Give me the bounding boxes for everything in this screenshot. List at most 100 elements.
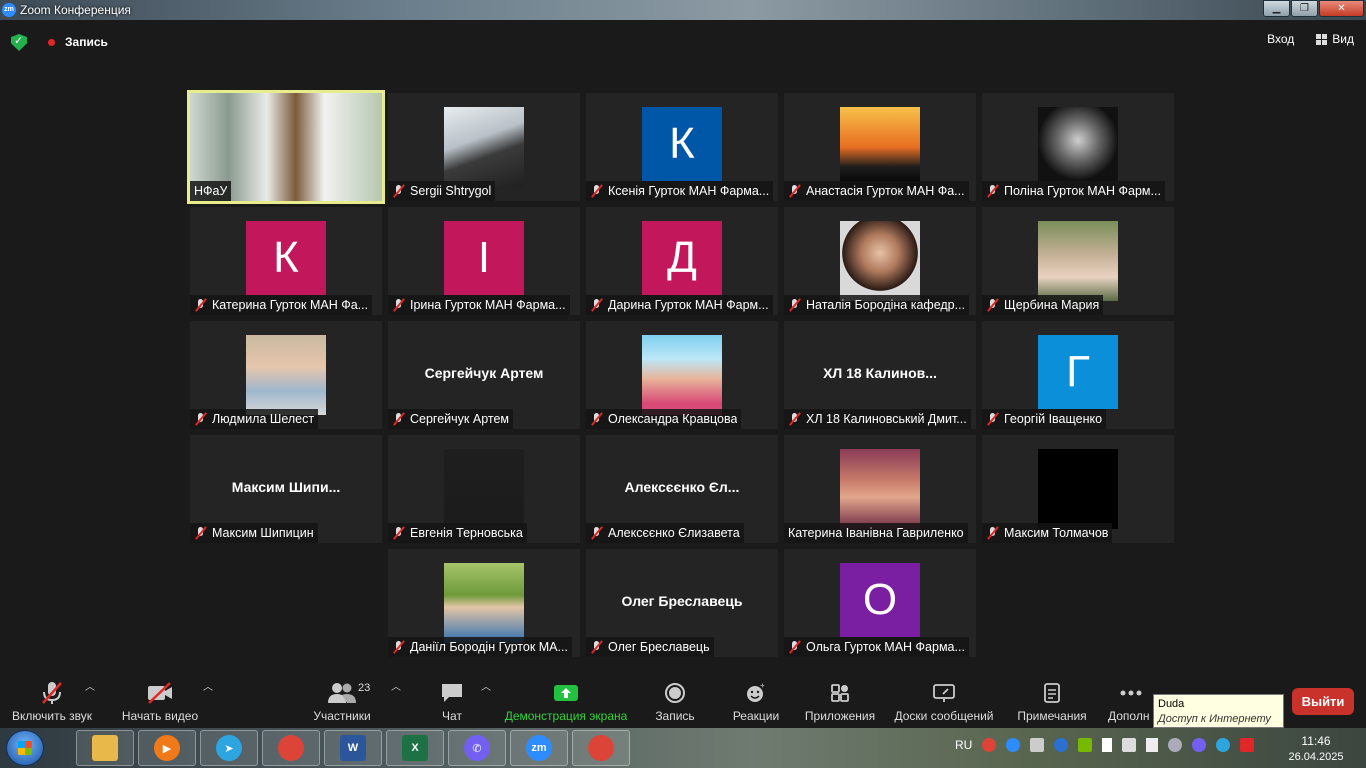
minimize-button[interactable]: ▁	[1263, 0, 1290, 17]
start-button[interactable]	[6, 730, 44, 766]
participant-initial-avatar: О	[840, 563, 920, 637]
participant-tile[interactable]: ХЛ 18 Калинов... ХЛ 18 Калиновський Дмит.…	[784, 321, 976, 429]
zoom-icon: zm	[526, 735, 552, 761]
taskbar-app-telegram[interactable]: ➤	[200, 730, 258, 766]
participant-name: Катерина Іванівна Гавриленко	[788, 526, 964, 540]
taskbar-app-chrome-h[interactable]	[572, 730, 630, 766]
participant-tile[interactable]: Д Дарина Гурток МАН Фарм...	[586, 207, 778, 315]
whiteboards-button[interactable]: Доски сообщений	[890, 680, 998, 723]
security-shield-icon[interactable]	[11, 34, 27, 51]
participant-tile[interactable]: Наталія Бородіна кафедр...	[784, 207, 976, 315]
viber-tray-icon[interactable]	[1192, 738, 1207, 752]
notes-button[interactable]: Примечания	[1014, 680, 1090, 723]
muted-mic-icon	[986, 298, 1000, 312]
participant-tile[interactable]: Людмила Шелест	[190, 321, 382, 429]
taskbar-app-media[interactable]: ▶	[138, 730, 196, 766]
participant-initial-avatar: І	[444, 221, 524, 295]
participant-photo	[444, 107, 524, 187]
apps-button[interactable]: Приложения	[802, 680, 878, 723]
taskbar-clock[interactable]: 11:46 26.04.2025	[1286, 733, 1346, 765]
nvidia-icon[interactable]	[1078, 738, 1093, 752]
participant-name-bar: Сергейчук Артем	[388, 409, 513, 429]
participant-photo	[840, 107, 920, 187]
exit-fullscreen-button[interactable]: Вход	[1267, 32, 1294, 46]
participant-tile[interactable]: Анастасія Гурток МАН Фа...	[784, 93, 976, 201]
muted-mic-icon	[590, 412, 604, 426]
participant-name-bar: Олег Бреславець	[586, 637, 714, 657]
maximize-button[interactable]: ❐	[1291, 0, 1318, 17]
video-options-chevron-icon[interactable]: ︿	[203, 678, 213, 693]
participant-photo	[444, 449, 524, 529]
clipboard-tray-icon[interactable]	[1030, 738, 1045, 752]
participant-name: Sergii Shtrygol	[410, 184, 492, 198]
participant-tile[interactable]: Г Георгій Іващенко	[982, 321, 1174, 429]
muted-mic-icon	[392, 184, 406, 198]
muted-mic-icon	[194, 412, 208, 426]
participant-tile[interactable]: Сергейчук Артем Сергейчук Артем	[388, 321, 580, 429]
telegram-tray-icon[interactable]	[1216, 738, 1231, 752]
chat-button[interactable]: Чат	[432, 680, 472, 723]
participant-tile[interactable]: О Ольга Гурток МАН Фарма...	[784, 549, 976, 657]
participant-tile[interactable]: Поліна Гурток МАН Фарм...	[982, 93, 1174, 201]
view-button[interactable]: Вид	[1316, 32, 1354, 46]
more-button[interactable]: Дополн	[1108, 680, 1154, 723]
record-button[interactable]: Запись	[650, 680, 700, 723]
network-signal-icon[interactable]	[1146, 738, 1159, 752]
taskbar-app-viber[interactable]: ✆	[448, 730, 506, 766]
participant-tile[interactable]: Щербина Мария	[982, 207, 1174, 315]
participant-name-bar: Катерина Гурток МАН Фа...	[190, 295, 373, 315]
taskbar-app-zoom[interactable]: zm	[510, 730, 568, 766]
speaker-muted-icon[interactable]	[1240, 738, 1255, 752]
reactions-button[interactable]: + Реакции	[728, 680, 784, 723]
share-screen-button[interactable]: Демонстрация экрана	[502, 680, 630, 723]
window-title: Zoom Конференция	[20, 3, 131, 17]
muted-mic-icon	[194, 298, 208, 312]
participant-tile[interactable]: Евгенія Терновська	[388, 435, 580, 543]
muted-mic-icon	[392, 640, 406, 654]
start-video-button[interactable]: Начать видео	[118, 680, 202, 723]
chrome-tray-icon[interactable]	[982, 738, 997, 752]
participant-tile[interactable]: К Ксенія Гурток МАН Фарма...	[586, 93, 778, 201]
zoom-tray-icon[interactable]	[1006, 738, 1021, 752]
close-button[interactable]: ✕	[1319, 0, 1364, 17]
action-center-flag-icon[interactable]	[1102, 738, 1113, 752]
participant-tile[interactable]: І Ірина Гурток МАН Фарма...	[388, 207, 580, 315]
participant-tile[interactable]: Олександра Кравцова	[586, 321, 778, 429]
muted-mic-icon	[986, 526, 1000, 540]
participant-tile[interactable]: Максим Толмачов	[982, 435, 1174, 543]
participant-tile[interactable]: Максим Шипи... Максим Шипицин	[190, 435, 382, 543]
meeting-top-bar: Запись Вход Вид	[0, 20, 1366, 64]
participants-button[interactable]: 23 Участники	[308, 680, 376, 723]
audio-options-chevron-icon[interactable]: ︿	[85, 678, 95, 693]
svg-text:+: +	[760, 682, 765, 690]
chat-chevron-icon[interactable]: ︿	[481, 678, 491, 693]
participant-tile[interactable]: К Катерина Гурток МАН Фа...	[190, 207, 382, 315]
apps-label: Приложения	[804, 709, 876, 723]
taskbar-app-excel[interactable]: X	[386, 730, 444, 766]
app-tray-icon[interactable]	[1168, 738, 1183, 752]
participant-tile[interactable]: Алексєєнко Єл... Алексєєнко Єлизавета	[586, 435, 778, 543]
language-indicator[interactable]: RU	[955, 738, 972, 752]
unmute-button[interactable]: Включить звук	[8, 680, 96, 723]
chrome-icon	[278, 735, 304, 761]
volume-icon[interactable]	[1122, 738, 1137, 752]
leave-meeting-button[interactable]: Выйти	[1292, 688, 1354, 715]
grid-view-icon	[1316, 34, 1328, 46]
recording-indicator[interactable]: Запись	[40, 32, 108, 52]
muted-mic-icon	[986, 412, 1000, 426]
participant-tile[interactable]: Sergii Shtrygol	[388, 93, 580, 201]
participant-initial-avatar: К	[246, 221, 326, 295]
more-label: Дополн	[1108, 709, 1150, 723]
tooltip-title: Duda	[1158, 698, 1185, 710]
participant-name-bar: Олександра Кравцова	[586, 409, 742, 429]
participant-tile[interactable]: Даніїл Бородін Гурток МА...	[388, 549, 580, 657]
participant-tile[interactable]: НФаУ	[187, 90, 385, 204]
participant-tile[interactable]: Катерина Іванівна Гавриленко	[784, 435, 976, 543]
taskbar-app-chrome[interactable]	[262, 730, 320, 766]
taskbar-app-explorer[interactable]	[76, 730, 134, 766]
participants-chevron-icon[interactable]: ︿	[391, 678, 401, 693]
muted-mic-icon	[590, 526, 604, 540]
taskbar-app-word[interactable]: W	[324, 730, 382, 766]
participant-tile[interactable]: Олег Бреславець Олег Бреславець	[586, 549, 778, 657]
bluetooth-icon[interactable]	[1054, 738, 1069, 752]
